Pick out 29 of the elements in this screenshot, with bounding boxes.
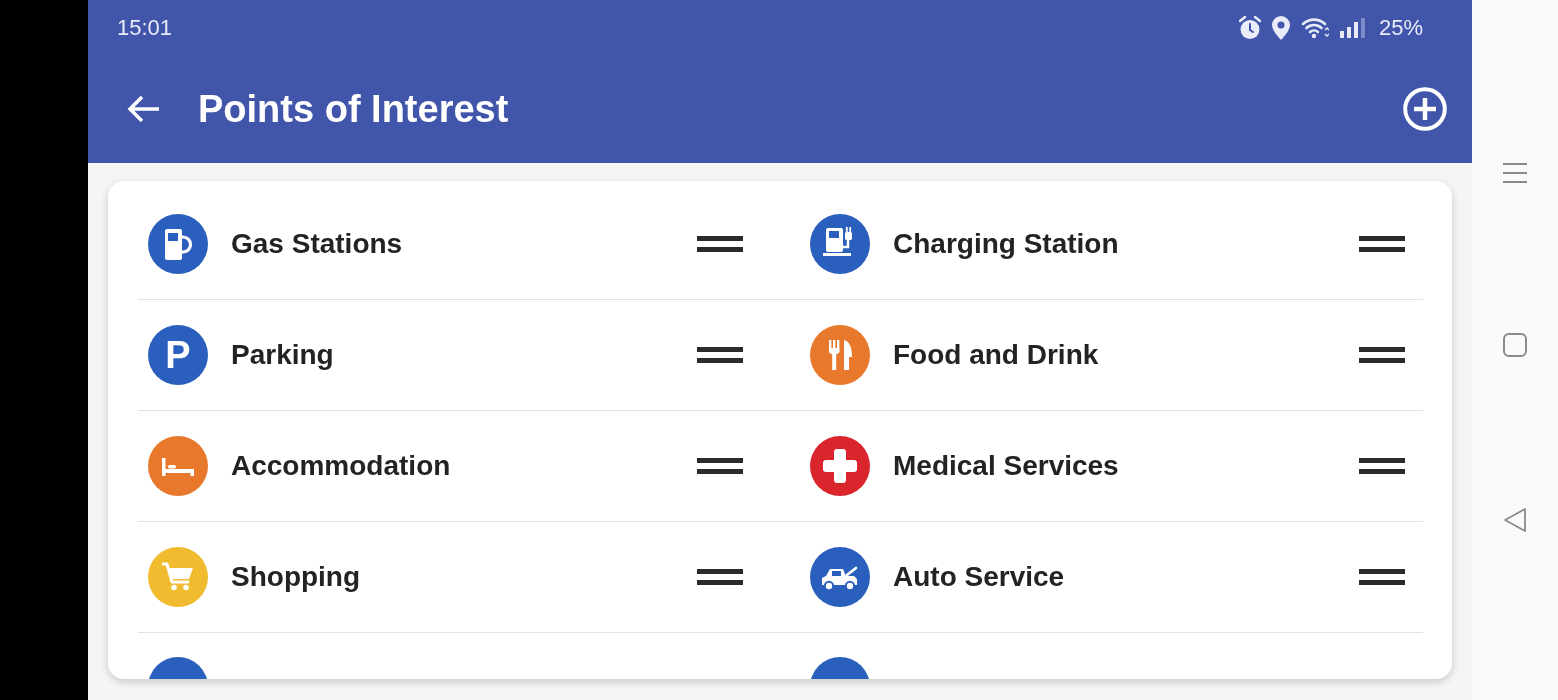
status-time: 15:01: [117, 14, 173, 41]
parking-icon: P: [148, 325, 208, 385]
back-icon[interactable]: [1503, 507, 1527, 533]
poi-name[interactable]: Charging Station: [893, 228, 1359, 260]
alarm-clock-icon: [1238, 15, 1261, 40]
poi-name[interactable]: Auto Service: [893, 561, 1359, 593]
wifi-icon: [1300, 16, 1329, 39]
poi-name[interactable]: Food and Drink: [893, 339, 1359, 371]
poi-name[interactable]: Shopping: [231, 561, 697, 593]
square-icon[interactable]: [1503, 333, 1527, 357]
poi-name[interactable]: Accommodation: [231, 450, 697, 482]
poi-name[interactable]: Parking: [231, 339, 697, 371]
drag-handle-icon[interactable]: [697, 236, 743, 252]
drag-handle-icon[interactable]: [1359, 569, 1405, 585]
poi-name[interactable]: Medical Services: [893, 450, 1359, 482]
drag-handle-icon[interactable]: [1359, 458, 1405, 474]
drag-handle-icon[interactable]: [1359, 347, 1405, 363]
drag-handle-icon[interactable]: [697, 569, 743, 585]
drag-handle-icon[interactable]: [1359, 236, 1405, 252]
drag-handle-icon[interactable]: [697, 458, 743, 474]
location-pin-icon: [1271, 15, 1290, 40]
menu-icon[interactable]: [1503, 163, 1527, 183]
back-arrow-icon[interactable]: [126, 94, 160, 124]
battery-percentage: 25%: [1378, 14, 1423, 41]
screen-title: Points of Interest: [198, 87, 510, 131]
drag-handle-icon[interactable]: [697, 347, 743, 363]
poi-name[interactable]: Gas Stations: [231, 228, 697, 260]
add-icon[interactable]: [1403, 87, 1447, 131]
signal-bars-icon: [1339, 17, 1366, 38]
